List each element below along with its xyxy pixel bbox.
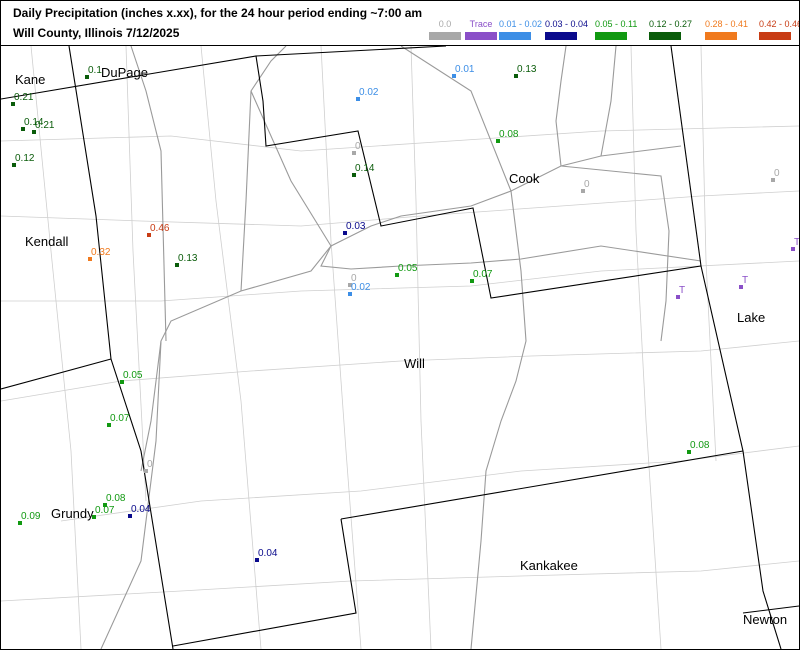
station-value: 0.21 <box>35 120 55 131</box>
county-label: Lake <box>737 310 765 325</box>
station-value: 0.02 <box>351 282 371 293</box>
legend-swatch <box>429 32 461 40</box>
station-value: 0 <box>147 459 153 470</box>
station-value: 0.03 <box>346 221 366 232</box>
station-value: T <box>794 237 799 248</box>
legend-swatch <box>465 32 497 40</box>
station-value: 0 <box>355 141 361 152</box>
legend-label: 0.28 - 0.41 <box>705 19 749 29</box>
station-value: 0.14 <box>355 163 375 174</box>
legend-label: 0.12 - 0.27 <box>649 19 693 29</box>
legend-label: Trace <box>469 19 493 29</box>
legend-item: 0.01 - 0.02 <box>499 19 543 40</box>
legend-item: 0.05 - 0.11 <box>595 19 638 40</box>
county-label: Kankakee <box>520 558 578 573</box>
station-value: 0.04 <box>258 548 278 559</box>
station-value: 0.21 <box>14 92 34 103</box>
station-value: 0 <box>584 179 590 190</box>
map-title: Daily Precipitation (inches x.xx), for t… <box>13 6 423 20</box>
map-area: Kane DuPage Cook Kendall Will Lake Grundy Kanka… <box>1 46 799 649</box>
station-value: 0.12 <box>15 153 35 164</box>
county-label: Cook <box>509 171 540 186</box>
legend-label: 0.01 - 0.02 <box>499 19 543 29</box>
station-value: 0.13 <box>517 64 537 75</box>
highway-network <box>100 46 702 649</box>
legend-label: 0.05 - 0.11 <box>595 19 638 29</box>
station-value: 0.08 <box>106 493 126 504</box>
county-labels: Kane DuPage Cook Kendall Will Lake Grundy Kanka… <box>15 65 787 627</box>
county-borders <box>1 46 799 649</box>
map-header: Daily Precipitation (inches x.xx), for t… <box>1 1 799 46</box>
legend-label: 0.03 - 0.04 <box>545 19 589 29</box>
station-value: 0.07 <box>110 413 130 424</box>
station-value: 0.32 <box>91 247 111 258</box>
station-value: T <box>742 275 748 286</box>
county-label: DuPage <box>101 65 148 80</box>
station-value: 0.04 <box>131 504 151 515</box>
legend-swatch <box>499 32 531 40</box>
road-network <box>1 46 799 649</box>
station-value: 0.08 <box>499 129 519 140</box>
station-value: 0 <box>774 168 780 179</box>
legend-swatch <box>595 32 627 40</box>
legend-swatch <box>545 32 577 40</box>
map-frame: Daily Precipitation (inches x.xx), for t… <box>0 0 800 650</box>
county-label: Will <box>404 356 425 371</box>
station-value: 0.05 <box>123 370 143 381</box>
county-label: Grundy <box>51 506 94 521</box>
legend: 0.0 Trace 0.01 - 0.02 0.03 - 0.04 0.05 - 0.1… <box>429 19 800 41</box>
legend-swatch <box>759 32 791 40</box>
legend-item: 0.12 - 0.27 <box>649 19 693 40</box>
station-value: 0.07 <box>473 269 493 280</box>
legend-item: 0.0 <box>429 19 461 40</box>
map-canvas: Kane DuPage Cook Kendall Will Lake Grundy Kanka… <box>1 46 799 649</box>
legend-item: 0.42 - 0.46 <box>759 19 800 40</box>
station-value: 0.08 <box>690 440 710 451</box>
station-value: T <box>679 285 685 296</box>
legend-item: 0.28 - 0.41 <box>705 19 749 40</box>
legend-item: Trace <box>465 19 497 40</box>
legend-item: 0.03 - 0.04 <box>545 19 589 40</box>
station-value: 0.07 <box>95 505 115 516</box>
station-value: 0.02 <box>359 87 379 98</box>
station-value: 0.09 <box>21 511 41 522</box>
legend-label: 0.0 <box>438 19 452 29</box>
legend-swatch <box>649 32 681 40</box>
legend-swatch <box>705 32 737 40</box>
station-value: 0.05 <box>398 263 418 274</box>
map-subtitle: Will County, Illinois 7/12/2025 <box>13 26 180 40</box>
county-label: Kendall <box>25 234 68 249</box>
station-value: 0.01 <box>455 64 475 75</box>
county-label: Newton <box>743 612 787 627</box>
station-value: 0.13 <box>178 253 198 264</box>
legend-label: 0.42 - 0.46 <box>759 19 800 29</box>
station-value: 0.46 <box>150 223 170 234</box>
station-value: 0.1 <box>88 65 102 76</box>
county-label: Kane <box>15 72 45 87</box>
